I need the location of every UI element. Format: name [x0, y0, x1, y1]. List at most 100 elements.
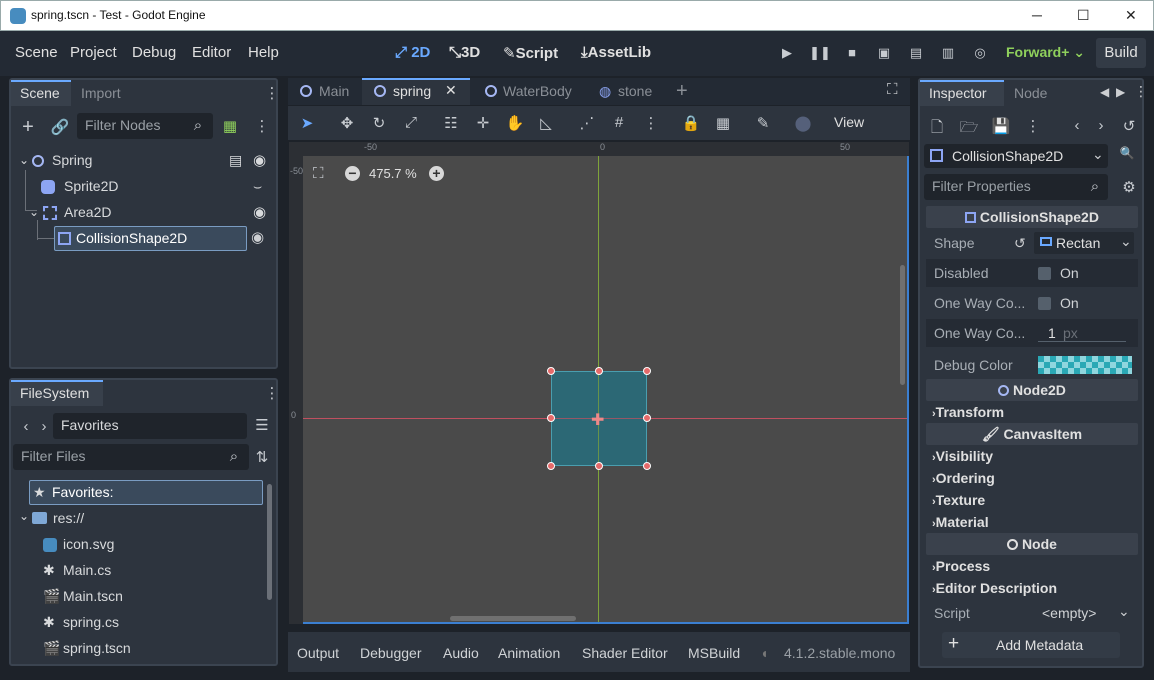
stop-button[interactable]: ■	[838, 39, 866, 67]
menu-dots-icon[interactable]: ⋮	[1134, 83, 1148, 100]
bottom-tab-debugger[interactable]: Debugger	[360, 645, 422, 661]
list-select-icon[interactable]: ☷	[440, 114, 462, 132]
section-collisionshape2d[interactable]: CollisionShape2D	[926, 206, 1138, 228]
maximize-button[interactable]: ☐	[1077, 7, 1090, 24]
fs-scrollbar[interactable]	[267, 484, 272, 600]
menu-help[interactable]: Help	[248, 44, 279, 61]
menu-editor[interactable]: Editor	[192, 44, 231, 61]
pivot-tool-icon[interactable]: ✛	[472, 114, 494, 132]
revert-icon[interactable]: ↺	[1014, 235, 1026, 252]
menu-scene[interactable]: Scene	[15, 44, 58, 61]
node-selector[interactable]: CollisionShape2D ⌄	[924, 144, 1108, 168]
tab-stone[interactable]: ◍ stone	[594, 78, 674, 105]
path-field[interactable]: Favorites	[53, 413, 247, 439]
bottom-tab-msbuild[interactable]: MSBuild	[688, 645, 740, 661]
shape-resource-picker[interactable]: Rectan ⌄	[1034, 232, 1134, 254]
group-transform[interactable]: ›Transform	[932, 404, 1004, 420]
tab-node[interactable]: Node	[1014, 85, 1047, 101]
resize-handle[interactable]	[547, 414, 555, 422]
add-metadata-button[interactable]: + Add Metadata	[942, 632, 1120, 658]
fs-item-main-tscn[interactable]: 🎬 Main.tscn	[41, 587, 261, 609]
zoom-out-icon[interactable]: −	[345, 166, 360, 181]
remote-debug-icon[interactable]: ▣	[870, 39, 898, 67]
mode-assetlib-button[interactable]: ⤓AssetLib	[581, 44, 651, 61]
bone-icon[interactable]: ✎	[752, 114, 774, 132]
open-folder-icon[interactable]: 🗁	[958, 117, 980, 142]
mode-2d-button[interactable]: ⤢ 2D	[395, 44, 430, 61]
mode-script-button[interactable]: ✎Script	[503, 44, 558, 62]
tab-filesystem[interactable]: FileSystem	[20, 385, 89, 401]
filter-properties-input[interactable]: Filter Properties	[924, 174, 1108, 200]
resize-handle[interactable]	[643, 414, 651, 422]
renderer-select[interactable]: Forward+ ⌄	[1006, 44, 1085, 61]
bottom-tab-animation[interactable]: Animation	[498, 645, 560, 661]
menu-dots-icon[interactable]: ⋮	[261, 384, 283, 402]
tab-inspector[interactable]: Inspector	[929, 85, 987, 101]
group-texture[interactable]: ›Texture	[932, 492, 985, 508]
debug-color-picker[interactable]	[1038, 356, 1132, 374]
visibility-eye-icon[interactable]: ◉	[251, 228, 264, 246]
tree-node-collisionshape2d[interactable]: CollisionShape2D	[54, 226, 247, 251]
lock-icon[interactable]: 🔒	[680, 114, 702, 132]
menu-project[interactable]: Project	[70, 44, 117, 61]
movie-maker-icon[interactable]: ◎	[966, 39, 994, 67]
property-options-icon[interactable]: ⚙	[1118, 178, 1140, 196]
scene-options-icon[interactable]: ⋮	[251, 117, 273, 135]
group-icon[interactable]: ▦	[712, 114, 734, 132]
fs-item-spring-tscn[interactable]: 🎬 spring.tscn	[41, 639, 261, 661]
split-view-icon[interactable]: ☰	[251, 416, 273, 434]
new-resource-icon[interactable]: 🗋	[926, 117, 948, 142]
fs-item-favorites[interactable]: ★ Favorites:	[29, 480, 263, 505]
menu-dots-icon[interactable]: ⋮	[1022, 117, 1044, 135]
history-back-icon[interactable]: ‹	[1066, 117, 1088, 134]
script-icon[interactable]: ▤	[229, 152, 242, 169]
tree-node-sprite2d[interactable]: Sprite2D ⌣	[39, 177, 269, 199]
play-custom-icon[interactable]: ▥	[934, 39, 962, 67]
group-process[interactable]: ›Process	[932, 558, 990, 574]
pause-button[interactable]: ❚❚	[806, 39, 834, 67]
tree-node-spring[interactable]: ⌄ Spring ▤ ◉	[19, 151, 269, 173]
save-icon[interactable]: 💾	[990, 117, 1012, 135]
resize-handle[interactable]	[643, 367, 651, 375]
pan-tool-icon[interactable]: ✋	[504, 114, 526, 132]
tab-spring[interactable]: spring ✕	[362, 78, 470, 105]
visibility-hidden-icon[interactable]: ⌣	[253, 178, 262, 195]
zoom-level[interactable]: 475.7 %	[369, 166, 417, 181]
resize-handle[interactable]	[643, 462, 651, 470]
group-material[interactable]: ›Material	[932, 514, 989, 530]
scale-tool-icon[interactable]: ⤢	[400, 114, 422, 131]
bottom-tab-output[interactable]: Output	[297, 645, 339, 661]
visibility-eye-icon[interactable]: ◉	[253, 203, 266, 221]
select-tool-icon[interactable]: ➤	[296, 114, 318, 132]
forward-icon[interactable]: ›	[33, 418, 55, 435]
resize-handle[interactable]	[547, 367, 555, 375]
tab-waterbody[interactable]: WaterBody	[478, 78, 588, 105]
close-window-button[interactable]: ✕	[1125, 7, 1137, 24]
history-icon[interactable]: ↺	[1118, 117, 1140, 135]
menu-dots-icon[interactable]: ⋮	[261, 84, 283, 102]
visibility-eye-icon[interactable]: ◉	[253, 151, 266, 169]
move-tool-icon[interactable]: ✥	[336, 114, 358, 132]
mode-3d-button[interactable]: ⤡3D	[449, 44, 480, 61]
tab-scene[interactable]: Scene	[20, 85, 60, 101]
doc-icon[interactable]: 🔍	[1116, 146, 1138, 160]
dock-left-icon[interactable]: ◀	[1100, 85, 1109, 99]
history-forward-icon[interactable]: ›	[1090, 117, 1112, 134]
add-tab-icon[interactable]: +	[676, 80, 688, 103]
section-node[interactable]: Node	[926, 533, 1138, 555]
tab-main[interactable]: Main	[290, 78, 362, 105]
minimize-button[interactable]: ─	[1032, 7, 1042, 23]
tab-import[interactable]: Import	[81, 85, 121, 101]
fs-item-spring-cs[interactable]: ✱ spring.cs	[41, 613, 261, 635]
fs-item-icon-svg[interactable]: icon.svg	[41, 535, 261, 557]
rotate-tool-icon[interactable]: ↻	[368, 114, 390, 132]
section-canvasitem[interactable]: 🖌 CanvasItem	[926, 423, 1138, 445]
fullscreen-icon[interactable]: ⛶	[887, 81, 898, 98]
play-button[interactable]: ▶	[773, 39, 801, 67]
script-resource-picker[interactable]: <empty> ⌄	[1034, 602, 1134, 624]
bottom-tab-audio[interactable]: Audio	[443, 645, 479, 661]
bottom-tab-shader-editor[interactable]: Shader Editor	[582, 645, 668, 661]
ruler-tool-icon[interactable]: ◺	[535, 114, 557, 132]
add-node-icon[interactable]: +	[17, 116, 39, 139]
oneway-checkbox[interactable]	[1038, 297, 1051, 310]
